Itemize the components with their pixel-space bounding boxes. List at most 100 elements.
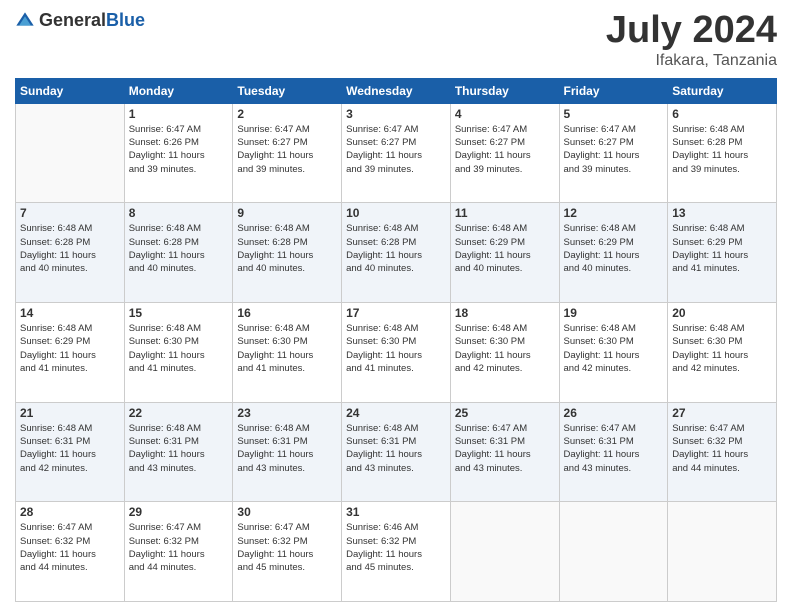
sunset-text: Sunset: 6:30 PM (672, 335, 772, 348)
daylight-minutes: and 39 minutes. (455, 163, 555, 176)
day-number: 14 (20, 306, 120, 320)
table-row: 10 Sunrise: 6:48 AM Sunset: 6:28 PM Dayl… (342, 203, 451, 303)
sunrise-text: Sunrise: 6:48 AM (346, 222, 446, 235)
sunset-text: Sunset: 6:30 PM (346, 335, 446, 348)
title-area: July 2024 Ifakara, Tanzania (606, 10, 777, 70)
sunrise-text: Sunrise: 6:47 AM (129, 521, 229, 534)
calendar-week-row: 28 Sunrise: 6:47 AM Sunset: 6:32 PM Dayl… (16, 502, 777, 602)
sunrise-text: Sunrise: 6:47 AM (20, 521, 120, 534)
sunrise-text: Sunrise: 6:47 AM (346, 123, 446, 136)
daylight-text: Daylight: 11 hours (20, 249, 120, 262)
table-row: 18 Sunrise: 6:48 AM Sunset: 6:30 PM Dayl… (450, 303, 559, 403)
daylight-minutes: and 42 minutes. (564, 362, 664, 375)
sunset-text: Sunset: 6:28 PM (129, 236, 229, 249)
daylight-text: Daylight: 11 hours (455, 448, 555, 461)
calendar: Sunday Monday Tuesday Wednesday Thursday… (15, 78, 777, 602)
daylight-minutes: and 40 minutes. (129, 262, 229, 275)
daylight-text: Daylight: 11 hours (20, 349, 120, 362)
col-saturday: Saturday (668, 78, 777, 103)
table-row: 29 Sunrise: 6:47 AM Sunset: 6:32 PM Dayl… (124, 502, 233, 602)
daylight-minutes: and 40 minutes. (564, 262, 664, 275)
table-row: 8 Sunrise: 6:48 AM Sunset: 6:28 PM Dayli… (124, 203, 233, 303)
table-row: 1 Sunrise: 6:47 AM Sunset: 6:26 PM Dayli… (124, 103, 233, 203)
daylight-text: Daylight: 11 hours (455, 149, 555, 162)
daylight-text: Daylight: 11 hours (672, 149, 772, 162)
daylight-text: Daylight: 11 hours (455, 249, 555, 262)
col-thursday: Thursday (450, 78, 559, 103)
day-number: 26 (564, 406, 664, 420)
table-row (559, 502, 668, 602)
table-row: 2 Sunrise: 6:47 AM Sunset: 6:27 PM Dayli… (233, 103, 342, 203)
sunrise-text: Sunrise: 6:47 AM (237, 123, 337, 136)
daylight-text: Daylight: 11 hours (129, 249, 229, 262)
day-number: 23 (237, 406, 337, 420)
table-row: 13 Sunrise: 6:48 AM Sunset: 6:29 PM Dayl… (668, 203, 777, 303)
daylight-text: Daylight: 11 hours (237, 548, 337, 561)
sunrise-text: Sunrise: 6:48 AM (129, 422, 229, 435)
table-row: 27 Sunrise: 6:47 AM Sunset: 6:32 PM Dayl… (668, 402, 777, 502)
logo-general: General (39, 10, 106, 30)
table-row: 14 Sunrise: 6:48 AM Sunset: 6:29 PM Dayl… (16, 303, 125, 403)
daylight-text: Daylight: 11 hours (237, 448, 337, 461)
table-row: 16 Sunrise: 6:48 AM Sunset: 6:30 PM Dayl… (233, 303, 342, 403)
day-number: 30 (237, 505, 337, 519)
sunrise-text: Sunrise: 6:48 AM (237, 422, 337, 435)
table-row (668, 502, 777, 602)
day-number: 18 (455, 306, 555, 320)
day-number: 27 (672, 406, 772, 420)
day-number: 17 (346, 306, 446, 320)
day-number: 11 (455, 206, 555, 220)
day-number: 25 (455, 406, 555, 420)
table-row: 23 Sunrise: 6:48 AM Sunset: 6:31 PM Dayl… (233, 402, 342, 502)
daylight-text: Daylight: 11 hours (129, 548, 229, 561)
sunrise-text: Sunrise: 6:48 AM (346, 422, 446, 435)
sunrise-text: Sunrise: 6:46 AM (346, 521, 446, 534)
sunset-text: Sunset: 6:30 PM (129, 335, 229, 348)
daylight-minutes: and 40 minutes. (455, 262, 555, 275)
table-row (450, 502, 559, 602)
sunset-text: Sunset: 6:31 PM (455, 435, 555, 448)
sunset-text: Sunset: 6:32 PM (20, 535, 120, 548)
page: GeneralBlue July 2024 Ifakara, Tanzania … (0, 0, 792, 612)
daylight-minutes: and 39 minutes. (129, 163, 229, 176)
daylight-text: Daylight: 11 hours (346, 548, 446, 561)
sunset-text: Sunset: 6:26 PM (129, 136, 229, 149)
sunrise-text: Sunrise: 6:47 AM (455, 123, 555, 136)
sunset-text: Sunset: 6:28 PM (20, 236, 120, 249)
table-row: 24 Sunrise: 6:48 AM Sunset: 6:31 PM Dayl… (342, 402, 451, 502)
daylight-text: Daylight: 11 hours (346, 249, 446, 262)
table-row: 6 Sunrise: 6:48 AM Sunset: 6:28 PM Dayli… (668, 103, 777, 203)
day-number: 3 (346, 107, 446, 121)
daylight-minutes: and 39 minutes. (346, 163, 446, 176)
day-number: 12 (564, 206, 664, 220)
daylight-minutes: and 41 minutes. (237, 362, 337, 375)
day-number: 29 (129, 505, 229, 519)
daylight-minutes: and 45 minutes. (346, 561, 446, 574)
daylight-text: Daylight: 11 hours (672, 249, 772, 262)
sunrise-text: Sunrise: 6:48 AM (20, 222, 120, 235)
sunrise-text: Sunrise: 6:48 AM (129, 322, 229, 335)
day-number: 15 (129, 306, 229, 320)
daylight-text: Daylight: 11 hours (237, 149, 337, 162)
daylight-minutes: and 43 minutes. (455, 462, 555, 475)
daylight-text: Daylight: 11 hours (346, 349, 446, 362)
col-friday: Friday (559, 78, 668, 103)
logo-icon (15, 11, 35, 31)
daylight-text: Daylight: 11 hours (672, 349, 772, 362)
daylight-minutes: and 40 minutes. (20, 262, 120, 275)
table-row: 12 Sunrise: 6:48 AM Sunset: 6:29 PM Dayl… (559, 203, 668, 303)
sunset-text: Sunset: 6:31 PM (129, 435, 229, 448)
daylight-text: Daylight: 11 hours (237, 249, 337, 262)
day-number: 20 (672, 306, 772, 320)
daylight-text: Daylight: 11 hours (564, 249, 664, 262)
day-number: 16 (237, 306, 337, 320)
sunset-text: Sunset: 6:30 PM (455, 335, 555, 348)
sunset-text: Sunset: 6:31 PM (20, 435, 120, 448)
day-number: 4 (455, 107, 555, 121)
sunset-text: Sunset: 6:32 PM (346, 535, 446, 548)
daylight-text: Daylight: 11 hours (129, 149, 229, 162)
calendar-week-row: 14 Sunrise: 6:48 AM Sunset: 6:29 PM Dayl… (16, 303, 777, 403)
table-row: 5 Sunrise: 6:47 AM Sunset: 6:27 PM Dayli… (559, 103, 668, 203)
col-monday: Monday (124, 78, 233, 103)
table-row: 25 Sunrise: 6:47 AM Sunset: 6:31 PM Dayl… (450, 402, 559, 502)
